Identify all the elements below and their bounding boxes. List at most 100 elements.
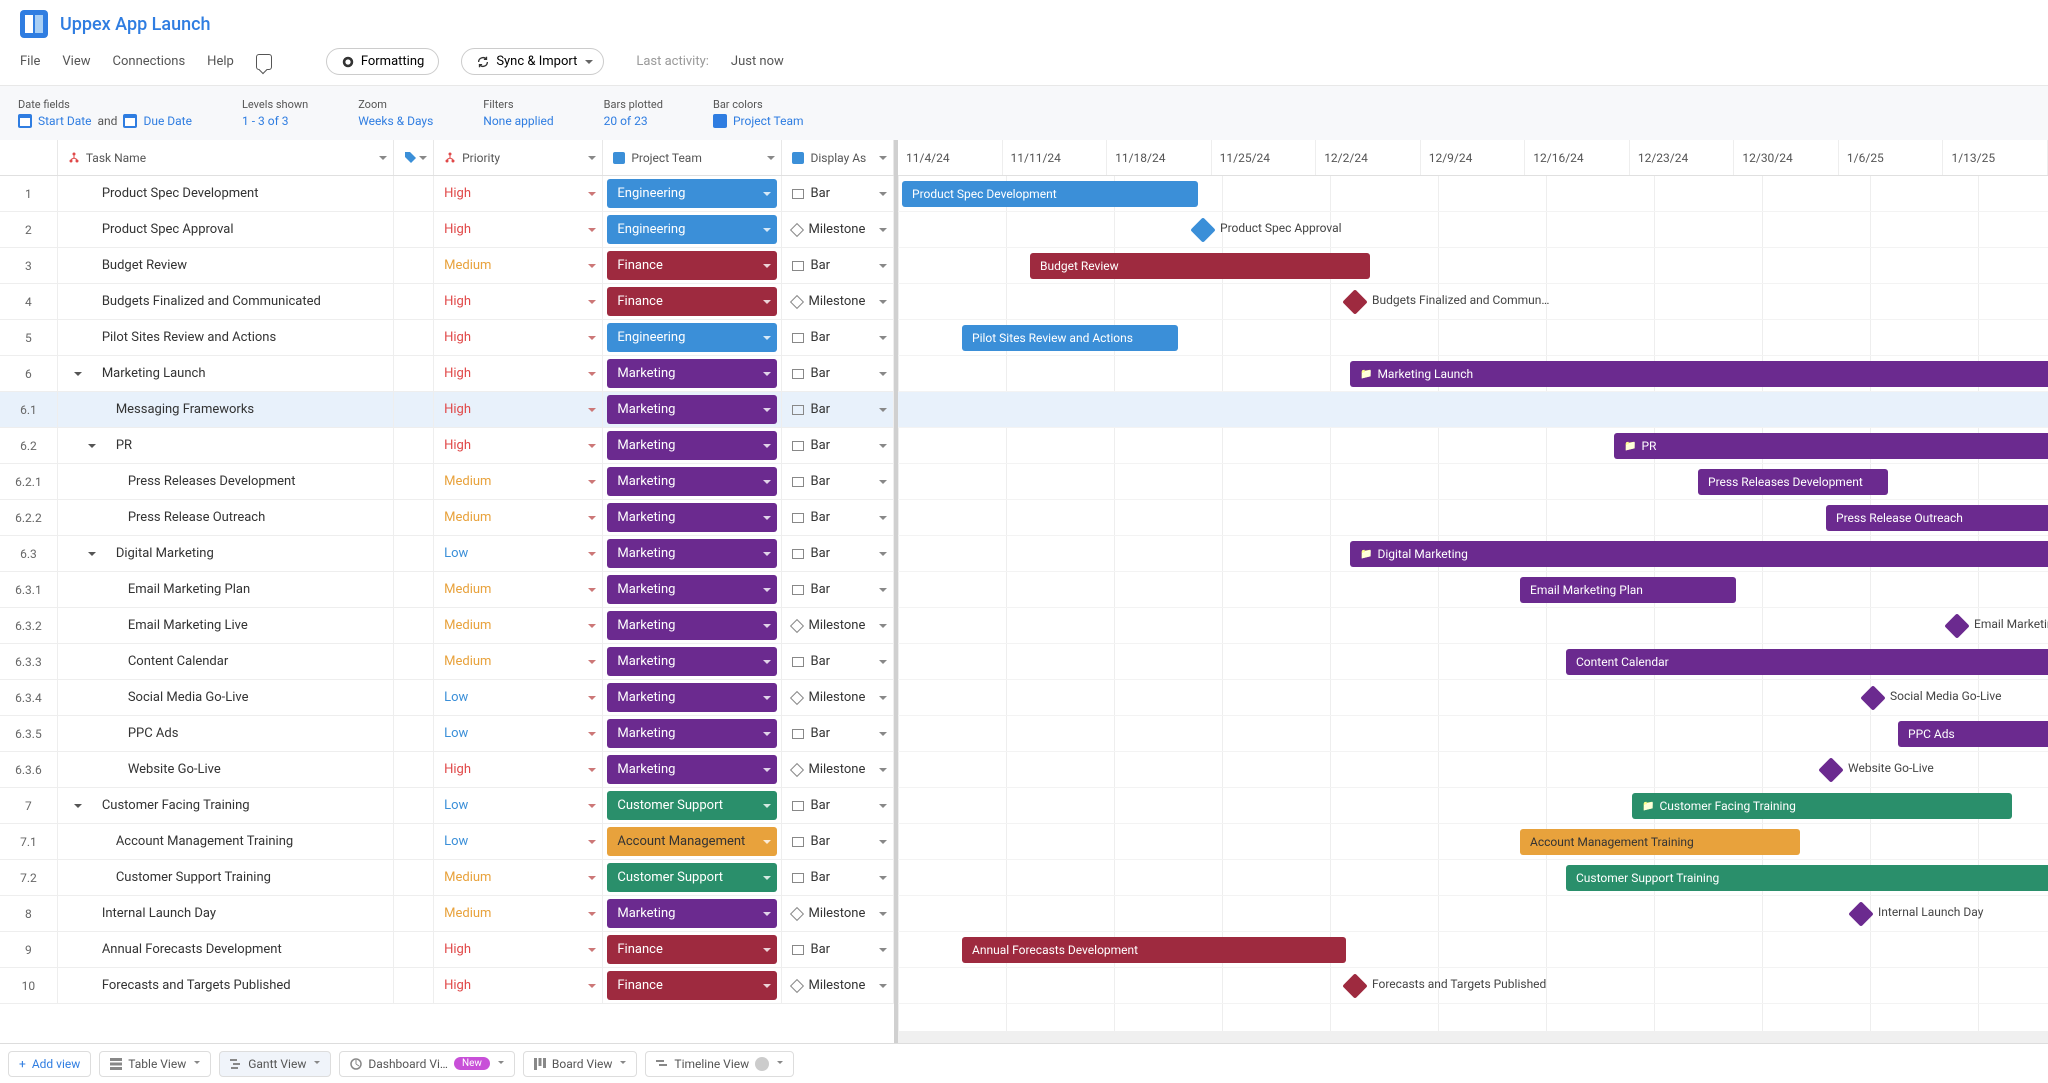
tag-cell[interactable]: [394, 356, 434, 391]
table-row[interactable]: 6.2.1 Press Releases Development Medium …: [0, 464, 894, 500]
table-row[interactable]: 6.3.3 Content Calendar Medium Marketing …: [0, 644, 894, 680]
priority-cell[interactable]: Medium: [434, 896, 603, 931]
table-row[interactable]: 2 Product Spec Approval High Engineering…: [0, 212, 894, 248]
table-row[interactable]: 9 Annual Forecasts Development High Fina…: [0, 932, 894, 968]
milestone-diamond[interactable]: [1944, 613, 1969, 638]
task-name-cell[interactable]: Forecasts and Targets Published: [58, 968, 394, 1003]
task-name-cell[interactable]: Budget Review: [58, 248, 394, 283]
tag-cell[interactable]: [394, 752, 434, 787]
expand-caret-icon[interactable]: [88, 552, 96, 560]
config-filters[interactable]: Filters None applied: [483, 98, 553, 128]
table-row[interactable]: 6.3.1 Email Marketing Plan Medium Market…: [0, 572, 894, 608]
task-name-cell[interactable]: Customer Facing Training: [58, 788, 394, 823]
team-cell[interactable]: Marketing: [603, 464, 782, 499]
config-date-fields[interactable]: Date fields Start Date and Due Date: [18, 98, 192, 128]
gantt-bar[interactable]: Press Release Outreach: [1826, 505, 2048, 531]
col-header-task[interactable]: Task Name: [58, 140, 394, 175]
gantt-bar[interactable]: Annual Forecasts Development: [962, 937, 1346, 963]
expand-caret-icon[interactable]: [88, 444, 96, 452]
team-cell[interactable]: Account Management: [603, 824, 782, 859]
horizontal-scrollbar[interactable]: [898, 1031, 2048, 1043]
gantt-bar[interactable]: Customer Support Training: [1566, 865, 2048, 891]
gantt-bar[interactable]: Content Calendar: [1566, 649, 2048, 675]
team-cell[interactable]: Finance: [603, 968, 782, 1003]
display-cell[interactable]: Bar: [782, 356, 894, 391]
team-cell[interactable]: Marketing: [603, 572, 782, 607]
table-row[interactable]: 10 Forecasts and Targets Published High …: [0, 968, 894, 1004]
gantt-bar[interactable]: Digital Marketing: [1350, 541, 2048, 567]
tag-cell[interactable]: [394, 788, 434, 823]
col-header-team[interactable]: Project Team: [603, 140, 782, 175]
table-row[interactable]: 6.3.6 Website Go-Live High Marketing Mil…: [0, 752, 894, 788]
tag-cell[interactable]: [394, 860, 434, 895]
view-tab[interactable]: Table View: [99, 1051, 211, 1077]
display-cell[interactable]: Bar: [782, 860, 894, 895]
task-name-cell[interactable]: PPC Ads: [58, 716, 394, 751]
date-column-header[interactable]: 1/6/25: [1839, 140, 1944, 175]
team-cell[interactable]: Marketing: [603, 680, 782, 715]
task-name-cell[interactable]: Digital Marketing: [58, 536, 394, 571]
table-row[interactable]: 5 Pilot Sites Review and Actions High En…: [0, 320, 894, 356]
tag-cell[interactable]: [394, 464, 434, 499]
task-name-cell[interactable]: Customer Support Training: [58, 860, 394, 895]
view-tab[interactable]: Gantt View: [219, 1051, 331, 1077]
chat-icon[interactable]: [256, 54, 272, 70]
table-row[interactable]: 6.1 Messaging Frameworks High Marketing …: [0, 392, 894, 428]
display-cell[interactable]: Bar: [782, 176, 894, 211]
priority-cell[interactable]: Medium: [434, 500, 603, 535]
task-name-cell[interactable]: Annual Forecasts Development: [58, 932, 394, 967]
date-column-header[interactable]: 11/11/24: [1003, 140, 1108, 175]
table-row[interactable]: 7.2 Customer Support Training Medium Cus…: [0, 860, 894, 896]
display-cell[interactable]: Bar: [782, 716, 894, 751]
table-row[interactable]: 6.3 Digital Marketing Low Marketing Bar: [0, 536, 894, 572]
task-name-cell[interactable]: Email Marketing Plan: [58, 572, 394, 607]
priority-cell[interactable]: High: [434, 392, 603, 427]
gantt-bar[interactable]: Budget Review: [1030, 253, 1370, 279]
tag-cell[interactable]: [394, 572, 434, 607]
priority-cell[interactable]: Low: [434, 824, 603, 859]
task-name-cell[interactable]: Email Marketing Live: [58, 608, 394, 643]
view-tab[interactable]: Dashboard Vi…New: [339, 1051, 515, 1077]
menu-file[interactable]: File: [20, 54, 40, 69]
priority-cell[interactable]: High: [434, 356, 603, 391]
team-cell[interactable]: Engineering: [603, 176, 782, 211]
priority-cell[interactable]: Medium: [434, 464, 603, 499]
tag-cell[interactable]: [394, 680, 434, 715]
priority-cell[interactable]: High: [434, 320, 603, 355]
priority-cell[interactable]: Medium: [434, 644, 603, 679]
gantt-bar[interactable]: Pilot Sites Review and Actions: [962, 325, 1178, 351]
milestone-diamond[interactable]: [1848, 901, 1873, 926]
col-header-number[interactable]: [0, 140, 58, 175]
table-row[interactable]: 1 Product Spec Development High Engineer…: [0, 176, 894, 212]
task-name-cell[interactable]: PR: [58, 428, 394, 463]
team-cell[interactable]: Marketing: [603, 356, 782, 391]
team-cell[interactable]: Finance: [603, 248, 782, 283]
gantt-bar[interactable]: Email Marketing Plan: [1520, 577, 1736, 603]
config-colors[interactable]: Bar colors Project Team: [713, 98, 804, 128]
view-tab[interactable]: Timeline View: [645, 1051, 794, 1077]
display-cell[interactable]: Milestone: [782, 896, 894, 931]
table-row[interactable]: 3 Budget Review Medium Finance Bar: [0, 248, 894, 284]
team-cell[interactable]: Customer Support: [603, 788, 782, 823]
tag-cell[interactable]: [394, 968, 434, 1003]
priority-cell[interactable]: High: [434, 752, 603, 787]
priority-cell[interactable]: Medium: [434, 572, 603, 607]
task-name-cell[interactable]: Budgets Finalized and Communicated: [58, 284, 394, 319]
tag-cell[interactable]: [394, 284, 434, 319]
milestone-diamond[interactable]: [1342, 973, 1367, 998]
table-row[interactable]: 6.3.4 Social Media Go-Live Low Marketing…: [0, 680, 894, 716]
priority-cell[interactable]: Medium: [434, 608, 603, 643]
col-header-tag[interactable]: [394, 140, 434, 175]
task-name-cell[interactable]: Press Release Outreach: [58, 500, 394, 535]
priority-cell[interactable]: High: [434, 932, 603, 967]
priority-cell[interactable]: High: [434, 176, 603, 211]
team-cell[interactable]: Engineering: [603, 212, 782, 247]
task-name-cell[interactable]: Internal Launch Day: [58, 896, 394, 931]
display-cell[interactable]: Bar: [782, 320, 894, 355]
task-name-cell[interactable]: Social Media Go-Live: [58, 680, 394, 715]
date-column-header[interactable]: 12/16/24: [1525, 140, 1630, 175]
display-cell[interactable]: Bar: [782, 464, 894, 499]
priority-cell[interactable]: Low: [434, 680, 603, 715]
team-cell[interactable]: Finance: [603, 932, 782, 967]
display-cell[interactable]: Bar: [782, 536, 894, 571]
